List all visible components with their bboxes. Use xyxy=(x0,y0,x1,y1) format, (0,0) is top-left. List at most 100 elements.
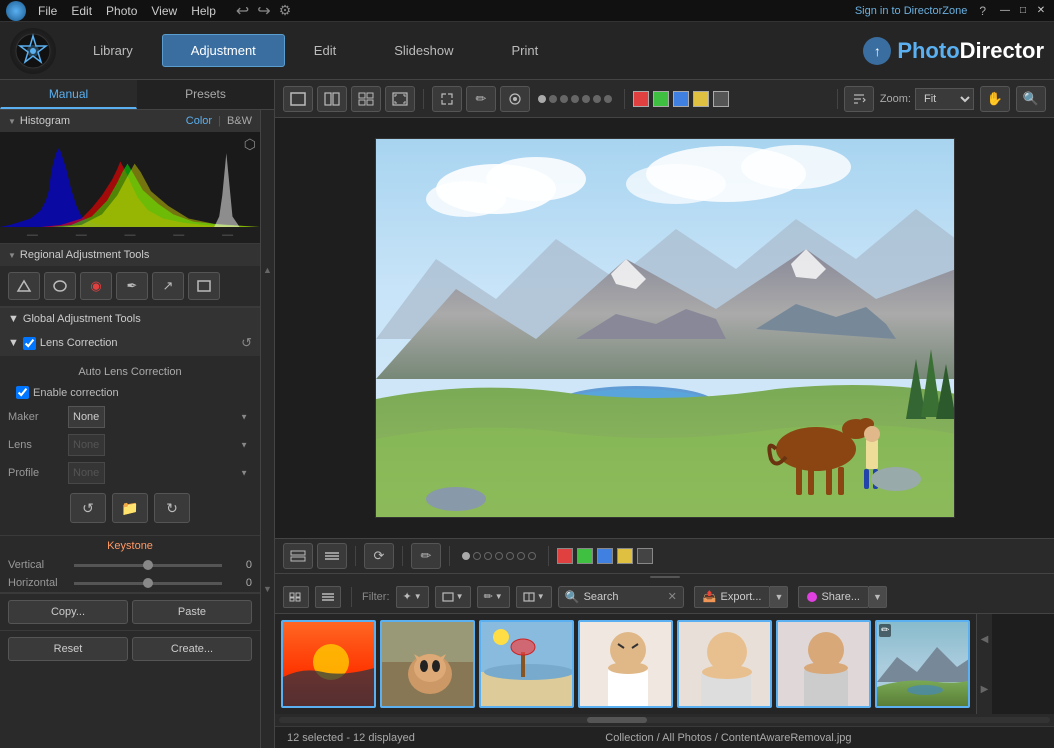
tool-polygon[interactable] xyxy=(8,272,40,300)
histogram-header[interactable]: ▼ Histogram Color | B&W xyxy=(0,110,260,132)
zoom-select[interactable]: Fit 100% 50% xyxy=(915,88,974,110)
color2-red[interactable] xyxy=(557,548,573,564)
tool-3[interactable] xyxy=(500,86,530,112)
filter-btn-2[interactable]: ▼ xyxy=(435,586,471,608)
vertical-slider[interactable] xyxy=(74,564,222,567)
filmstrip-next-btn[interactable]: ▶ xyxy=(977,664,992,714)
view-single-btn[interactable] xyxy=(283,86,313,112)
histogram-collapse[interactable]: ▼ xyxy=(8,117,16,126)
tab-edit[interactable]: Edit xyxy=(285,34,365,67)
search-clear-btn[interactable]: ✕ xyxy=(668,590,677,603)
filter-btn-3[interactable]: ✏▼ xyxy=(477,586,510,608)
tool-brush[interactable]: ◉ xyxy=(80,272,112,300)
scroll-down[interactable]: ▼ xyxy=(261,429,274,748)
pencil-tool-btn[interactable]: ✏ xyxy=(466,86,496,112)
search-input[interactable] xyxy=(584,591,664,603)
settings-icon[interactable]: ⚙ xyxy=(279,2,292,19)
lens-undo-btn[interactable]: ↺ xyxy=(241,335,252,351)
color-swatch-yellow[interactable] xyxy=(693,91,709,107)
sign-in-link[interactable]: Sign in to DirectorZone xyxy=(855,5,968,17)
view-strip-btn[interactable] xyxy=(283,543,313,569)
lens-checkbox[interactable] xyxy=(23,337,36,350)
thumb-woman1[interactable] xyxy=(578,620,673,708)
move-tool-btn[interactable] xyxy=(432,86,462,112)
filmstrip-scrollbar[interactable] xyxy=(275,714,1054,726)
menu-photo[interactable]: Photo xyxy=(106,4,137,18)
redo-icon[interactable]: ↪ xyxy=(257,1,270,21)
view-list-btn[interactable] xyxy=(317,543,347,569)
folder-btn[interactable]: 📁 xyxy=(112,493,148,523)
hand-tool-btn[interactable]: ✋ xyxy=(980,86,1010,112)
fs-view-btn-1[interactable] xyxy=(283,586,309,608)
view-fullscreen-btn[interactable] xyxy=(385,86,415,112)
color-swatch-blue[interactable] xyxy=(673,91,689,107)
filmstrip-prev-btn[interactable]: ◀ xyxy=(977,614,992,664)
export-btn[interactable]: 📤 Export... xyxy=(694,586,771,608)
color2-green[interactable] xyxy=(577,548,593,564)
horizontal-slider[interactable] xyxy=(74,582,222,585)
subtab-presets[interactable]: Presets xyxy=(137,80,274,109)
close-btn[interactable]: ✕ xyxy=(1034,4,1048,18)
global-collapse[interactable]: ▼ xyxy=(8,313,19,325)
paste-btn[interactable]: Paste xyxy=(132,600,252,624)
color2-dark[interactable] xyxy=(637,548,653,564)
fs-view-btn-2[interactable] xyxy=(315,586,341,608)
search-tool-btn[interactable]: 🔍 xyxy=(1016,86,1046,112)
subtab-manual[interactable]: Manual xyxy=(0,80,137,109)
menu-edit[interactable]: Edit xyxy=(71,4,92,18)
menu-help[interactable]: Help xyxy=(191,4,216,18)
regional-collapse[interactable]: ▼ xyxy=(8,251,16,260)
help-icon[interactable]: ? xyxy=(979,4,986,18)
profile-select[interactable]: None xyxy=(68,462,105,484)
lens-select[interactable]: None xyxy=(68,434,105,456)
share-dropdown-btn[interactable]: ▼ xyxy=(869,586,887,608)
rotate-strip-btn[interactable]: ⟳ xyxy=(364,543,394,569)
filter-btn-4[interactable]: ▼ xyxy=(516,586,552,608)
reset-btn[interactable]: Reset xyxy=(8,637,128,661)
maximize-btn[interactable]: □ xyxy=(1016,4,1030,18)
thumb-cat[interactable] xyxy=(380,620,475,708)
minimize-btn[interactable]: — xyxy=(998,4,1012,18)
share-btn[interactable]: Share... xyxy=(798,586,869,608)
undo-icon[interactable]: ↩ xyxy=(236,1,249,21)
thumb-mountain[interactable]: ✏ xyxy=(875,620,970,708)
tool-radial[interactable] xyxy=(44,272,76,300)
regional-header[interactable]: ▼ Regional Adjustment Tools xyxy=(0,244,260,266)
thumb-woman3[interactable] xyxy=(776,620,871,708)
tab-slideshow[interactable]: Slideshow xyxy=(365,34,482,67)
global-adj-header[interactable]: ▼ Global Adjustment Tools xyxy=(0,307,260,330)
histogram-bw-btn[interactable]: B&W xyxy=(227,115,252,127)
scroll-up[interactable]: ▲ xyxy=(261,110,274,429)
thumb-beach[interactable] xyxy=(479,620,574,708)
edit-btn-1[interactable]: ✏ xyxy=(411,543,441,569)
copy-btn[interactable]: Copy... xyxy=(8,600,128,624)
rotate-left-btn[interactable]: ↺ xyxy=(70,493,106,523)
tool-gradient[interactable]: ↗ xyxy=(152,272,184,300)
color-swatch-green[interactable] xyxy=(653,91,669,107)
color2-blue[interactable] xyxy=(597,548,613,564)
create-btn[interactable]: Create... xyxy=(132,637,252,661)
color-swatch-red[interactable] xyxy=(633,91,649,107)
scrollbar-thumb[interactable] xyxy=(587,717,647,723)
maker-select[interactable]: None xyxy=(68,406,105,428)
lens-collapse[interactable]: ▼ xyxy=(8,337,19,349)
tool-rect[interactable] xyxy=(188,272,220,300)
histogram-icon[interactable]: ⬡ xyxy=(244,136,256,153)
view-compare-btn[interactable] xyxy=(317,86,347,112)
menu-view[interactable]: View xyxy=(151,4,177,18)
thumb-woman2[interactable] xyxy=(677,620,772,708)
filter-btn-1[interactable]: ✦▼ xyxy=(396,586,429,608)
tab-print[interactable]: Print xyxy=(482,34,567,67)
enable-correction-checkbox[interactable] xyxy=(16,386,29,399)
tab-library[interactable]: Library xyxy=(64,34,162,67)
tool-pen[interactable]: ✒ xyxy=(116,272,148,300)
menu-file[interactable]: File xyxy=(38,4,57,18)
tab-adjustment[interactable]: Adjustment xyxy=(162,34,285,67)
view-grid-btn[interactable] xyxy=(351,86,381,112)
color-swatch-gray[interactable] xyxy=(713,91,729,107)
color2-yellow[interactable] xyxy=(617,548,633,564)
lens-header[interactable]: ▼ Lens Correction ↺ xyxy=(0,330,260,356)
thumb-sunset[interactable] xyxy=(281,620,376,708)
export-dropdown-btn[interactable]: ▼ xyxy=(770,586,788,608)
sort-btn[interactable] xyxy=(844,86,874,112)
